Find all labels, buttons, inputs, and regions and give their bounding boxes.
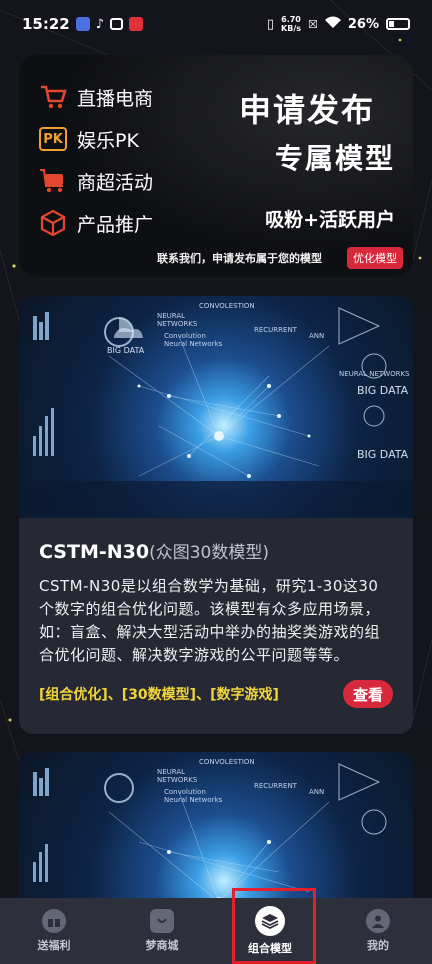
app-notification-icon xyxy=(75,17,90,31)
promo-item-product-promo: 产品推广 xyxy=(39,209,153,237)
status-time: 15:22 xyxy=(22,15,70,33)
image-label: ANN xyxy=(309,788,325,796)
image-label: NEURAL xyxy=(157,312,186,320)
image-label: RECURRENT xyxy=(254,326,297,334)
tiktok-icon: ♪ xyxy=(95,16,105,32)
bottom-nav: 送福利 梦商城 组合模型 我的 xyxy=(0,898,432,964)
cart-icon xyxy=(39,83,67,111)
image-label: RECURRENT xyxy=(254,782,297,790)
promo-item-label: 娱乐PK xyxy=(77,129,139,152)
promo-item-label: 直播电商 xyxy=(77,87,154,110)
model-card-subtitle: (众图30数模型) xyxy=(149,543,269,563)
wifi-icon xyxy=(324,16,341,33)
nav-item-welfare[interactable]: 送福利 xyxy=(0,898,108,964)
promo-item-pk: PK 娱乐PK xyxy=(39,125,139,153)
image-label: Neural Networks xyxy=(164,796,223,804)
battery-icon xyxy=(386,18,410,30)
model-card-tags: [组合优化]、[30数模型]、[数字游戏] xyxy=(39,687,279,703)
promo-subheadline: 专属模型 xyxy=(274,142,395,175)
shopping-cart-icon xyxy=(39,167,67,195)
cube-icon xyxy=(39,209,67,237)
promo-banner[interactable]: 直播电商 PK 娱乐PK 商超活动 产品推广 申请发布 专属模型 吸粉+活跃用户… xyxy=(19,55,413,277)
image-label: CONVOLESTION xyxy=(199,758,255,766)
pk-icon: PK xyxy=(39,125,67,153)
gift-icon xyxy=(42,909,66,933)
status-bar: 15:22 ♪ ▯ 6.70 KB/s ☒ 26% xyxy=(0,0,432,48)
image-label: BIG DATA xyxy=(107,346,145,355)
promo-tag[interactable]: 优化模型 xyxy=(347,247,403,269)
promo-item-supermarket: 商超活动 xyxy=(39,167,153,195)
shop-bag-icon xyxy=(150,909,174,933)
nav-item-mine[interactable]: 我的 xyxy=(324,898,432,964)
network-speed-value: 6.70 xyxy=(281,15,301,24)
model-card-title: CSTM-N30 xyxy=(39,541,150,563)
mail-icon xyxy=(110,18,124,30)
image-label: BIG DATA xyxy=(357,448,409,461)
nav-item-label: 梦商城 xyxy=(145,939,179,952)
image-label: NETWORKS xyxy=(157,320,198,328)
promo-item-label: 产品推广 xyxy=(77,213,154,236)
nav-item-models[interactable]: 组合模型 xyxy=(216,898,324,964)
model-card[interactable]: CONVOLESTION NEURAL NETWORKS Convolution… xyxy=(19,296,413,734)
battery-percent: 26% xyxy=(347,16,379,32)
model-card-description: CSTM-N30是以组合数学为基础，研究1-30这30个数字的组合优化问题。该模… xyxy=(39,577,381,664)
image-label: BIG DATA xyxy=(357,384,409,397)
nav-item-label: 组合模型 xyxy=(248,942,292,955)
pk-icon-text: PK xyxy=(39,127,67,151)
network-illustration xyxy=(19,307,413,518)
network-speed: 6.70 KB/s xyxy=(281,15,301,33)
no-sim-icon: ☒ xyxy=(308,17,318,31)
nav-item-label: 送福利 xyxy=(37,939,71,952)
network-speed-unit: KB/s xyxy=(281,24,301,33)
image-label: NEURAL NETWORKS xyxy=(339,370,410,378)
model-card-image: CONVOLESTION NEURAL NETWORKS Convolution… xyxy=(19,296,413,518)
image-label: ANN xyxy=(309,332,325,340)
image-label: NETWORKS xyxy=(157,776,198,784)
image-label: Convolution xyxy=(164,788,206,796)
promo-footer-text: 联系我们，申请发布属于您的模型 xyxy=(157,252,322,265)
promo-headline: 申请发布 xyxy=(238,91,375,129)
image-label: CONVOLESTION xyxy=(199,302,255,310)
image-label: Convolution xyxy=(164,332,206,340)
image-label: Neural Networks xyxy=(164,340,223,348)
promo-item-live-commerce: 直播电商 xyxy=(39,83,153,111)
model-card-body: CSTM-N30 (众图30数模型) CSTM-N30是以组合数学为基础，研究1… xyxy=(19,518,413,709)
vibrate-icon: ▯ xyxy=(266,16,275,32)
user-icon xyxy=(366,909,390,933)
layers-icon xyxy=(255,906,285,936)
nav-item-label: 我的 xyxy=(367,939,389,952)
image-label: NEURAL xyxy=(157,768,186,776)
model-card-footer: [组合优化]、[30数模型]、[数字游戏] 查看 xyxy=(39,679,393,709)
model-card-title-row: CSTM-N30 (众图30数模型) xyxy=(39,538,393,563)
view-button[interactable]: 查看 xyxy=(343,680,393,708)
promo-item-label: 商超活动 xyxy=(77,171,154,194)
promo-slogan: 吸粉+活跃用户 xyxy=(265,209,395,231)
shop-notification-icon xyxy=(129,17,144,31)
nav-item-shop[interactable]: 梦商城 xyxy=(108,898,216,964)
